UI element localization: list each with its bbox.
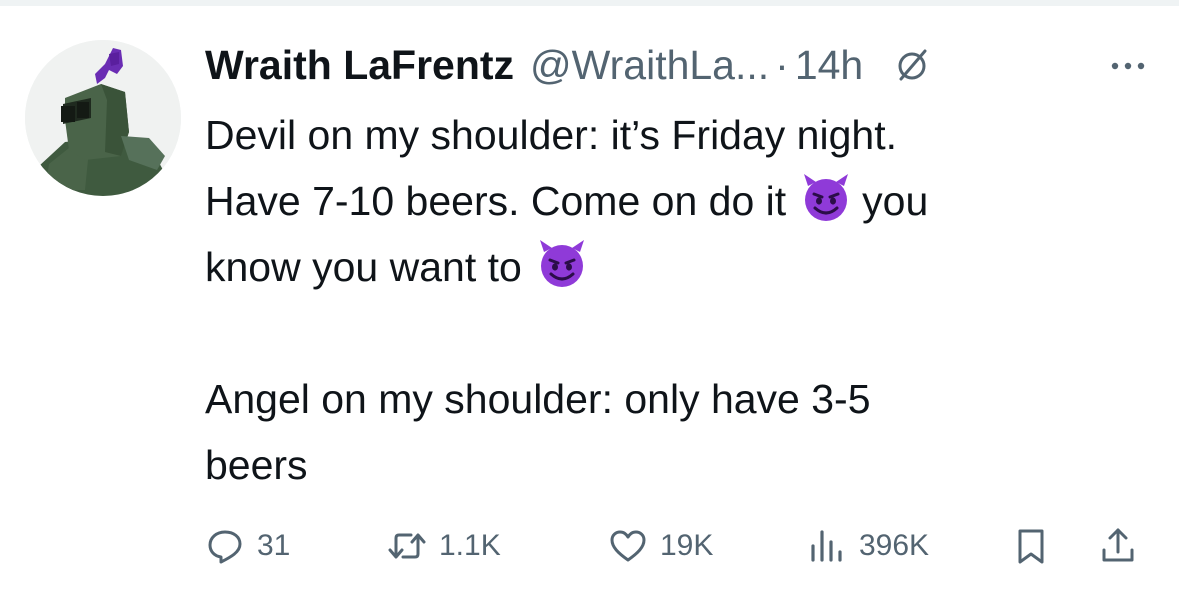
repost-count: 1.1K [439, 529, 501, 562]
author-handle[interactable]: @WraithLa... [530, 38, 769, 92]
share-icon [1102, 528, 1134, 562]
tweet-timestamp[interactable]: 14h [795, 38, 863, 92]
header-separator: · [775, 42, 789, 88]
tweet-line-4: Angel on my shoulder: only have 3-5 [205, 376, 871, 422]
views-button[interactable]: 396K [807, 520, 929, 572]
knight-avatar-image [25, 40, 181, 196]
like-count: 19K [660, 529, 714, 562]
repost-icon [388, 533, 426, 559]
tweet-line-3-text: know you want to [205, 244, 522, 290]
tweet-line-2-text: Have 7-10 beers. Come on do it [205, 178, 787, 224]
tweet-line-2-tail: you [862, 178, 929, 224]
bookmark-icon [1018, 529, 1044, 564]
like-button[interactable]: 19K [608, 520, 713, 572]
top-divider [0, 0, 1179, 6]
tweet-line-5: beers [205, 442, 308, 488]
like-icon [610, 530, 646, 562]
tweet-line-1: Devil on my shoulder: it’s Friday night. [205, 112, 897, 158]
verified-slash-icon [898, 49, 927, 81]
tweet-line-3: know you want to [205, 234, 1145, 300]
tweet-header: Wraith LaFrentz @WraithLa... · 14h [205, 38, 931, 92]
reply-button[interactable]: 31 [205, 520, 290, 572]
bookmark-button[interactable] [1011, 520, 1051, 572]
author-name[interactable]: Wraith LaFrentz [205, 38, 514, 92]
views-icon [811, 530, 842, 562]
repost-button[interactable]: 1.1K [387, 520, 501, 572]
share-button[interactable] [1098, 520, 1138, 572]
tweet-actions: 31 1.1K 19K 396K [205, 520, 1145, 572]
tweet-text: Devil on my shoulder: it’s Friday night.… [205, 102, 1145, 498]
views-count: 396K [859, 529, 930, 562]
tweet-line-2: Have 7-10 beers. Come on do it you [205, 168, 1145, 234]
reply-icon [208, 530, 242, 564]
smiling-imp-emoji [539, 240, 584, 287]
avatar[interactable] [25, 40, 181, 196]
reply-count: 31 [257, 529, 291, 562]
more-icon[interactable] [1108, 54, 1148, 78]
smiling-imp-emoji [804, 174, 849, 221]
